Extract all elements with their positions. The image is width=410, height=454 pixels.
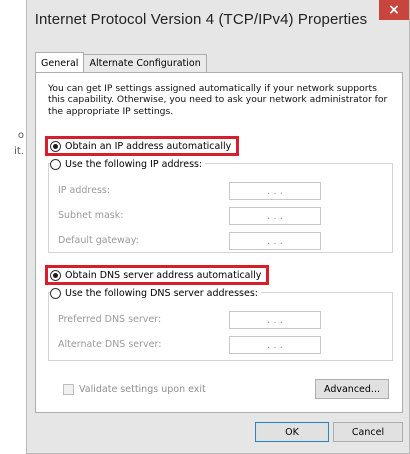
tab-general[interactable]: General <box>35 52 85 72</box>
close-icon: × <box>388 2 400 18</box>
dns-auto-label: Obtain DNS server address automatically <box>65 270 262 281</box>
dns-auto-radio[interactable]: Obtain DNS server address automatically <box>50 270 261 281</box>
ip-address-label: IP address: <box>58 185 111 196</box>
ok-button[interactable]: OK <box>255 422 329 442</box>
dns-manual-radio[interactable]: Use the following DNS server addresses: <box>50 288 261 299</box>
ip-manual-radio[interactable]: Use the following IP address: <box>50 159 206 170</box>
radio-selected-dot <box>53 144 58 149</box>
alternate-dns-label: Alternate DNS server: <box>58 339 162 350</box>
subnet-mask-input[interactable]: . . . <box>229 207 321 225</box>
ip-manual-label: Use the following IP address: <box>65 159 203 170</box>
background-text-line: o <box>17 130 24 141</box>
default-gateway-value: . . . <box>267 235 283 247</box>
validate-settings-checkbox[interactable] <box>63 384 74 395</box>
background-window-text: o it. <box>0 128 24 160</box>
preferred-dns-label: Preferred DNS server: <box>58 314 162 325</box>
radio-button[interactable] <box>50 159 61 170</box>
alternate-dns-input[interactable]: . . . <box>229 336 321 354</box>
radio-button[interactable] <box>50 270 61 281</box>
radio-button[interactable] <box>50 288 61 299</box>
radio-button[interactable] <box>50 141 61 152</box>
background-text-line: it. <box>14 146 24 157</box>
subnet-mask-value: . . . <box>267 210 283 222</box>
tab-strip: General Alternate Configuration <box>35 52 207 72</box>
preferred-dns-input[interactable]: . . . <box>229 311 321 329</box>
preferred-dns-value: . . . <box>267 314 283 326</box>
ip-address-value: . . . <box>267 185 283 197</box>
subnet-mask-label: Subnet mask: <box>58 210 124 221</box>
general-tab-panel: You can get IP settings assigned automat… <box>35 72 403 413</box>
ipv4-properties-dialog: Internet Protocol Version 4 (TCP/IPv4) P… <box>26 0 410 454</box>
validate-settings-label: Validate settings upon exit <box>79 384 206 395</box>
dns-manual-label: Use the following DNS server addresses: <box>65 288 258 299</box>
ip-auto-radio[interactable]: Obtain an IP address automatically <box>50 141 231 152</box>
ip-auto-label: Obtain an IP address automatically <box>65 141 232 152</box>
cancel-button[interactable]: Cancel <box>333 422 403 442</box>
default-gateway-label: Default gateway: <box>58 235 139 246</box>
intro-text: You can get IP settings assigned automat… <box>48 83 388 117</box>
dns-manual-group <box>48 292 393 361</box>
radio-selected-dot <box>53 273 58 278</box>
tab-alternate-configuration[interactable]: Alternate Configuration <box>83 54 207 72</box>
title-bar[interactable]: Internet Protocol Version 4 (TCP/IPv4) P… <box>27 0 409 38</box>
ip-address-input[interactable]: . . . <box>229 182 321 200</box>
validate-settings-checkbox-row[interactable]: Validate settings upon exit <box>63 384 206 395</box>
advanced-button[interactable]: Advanced... <box>315 379 389 399</box>
dialog-title: Internet Protocol Version 4 (TCP/IPv4) P… <box>34 11 368 28</box>
close-button[interactable]: × <box>379 0 409 20</box>
default-gateway-input[interactable]: . . . <box>229 232 321 250</box>
alternate-dns-value: . . . <box>267 339 283 351</box>
